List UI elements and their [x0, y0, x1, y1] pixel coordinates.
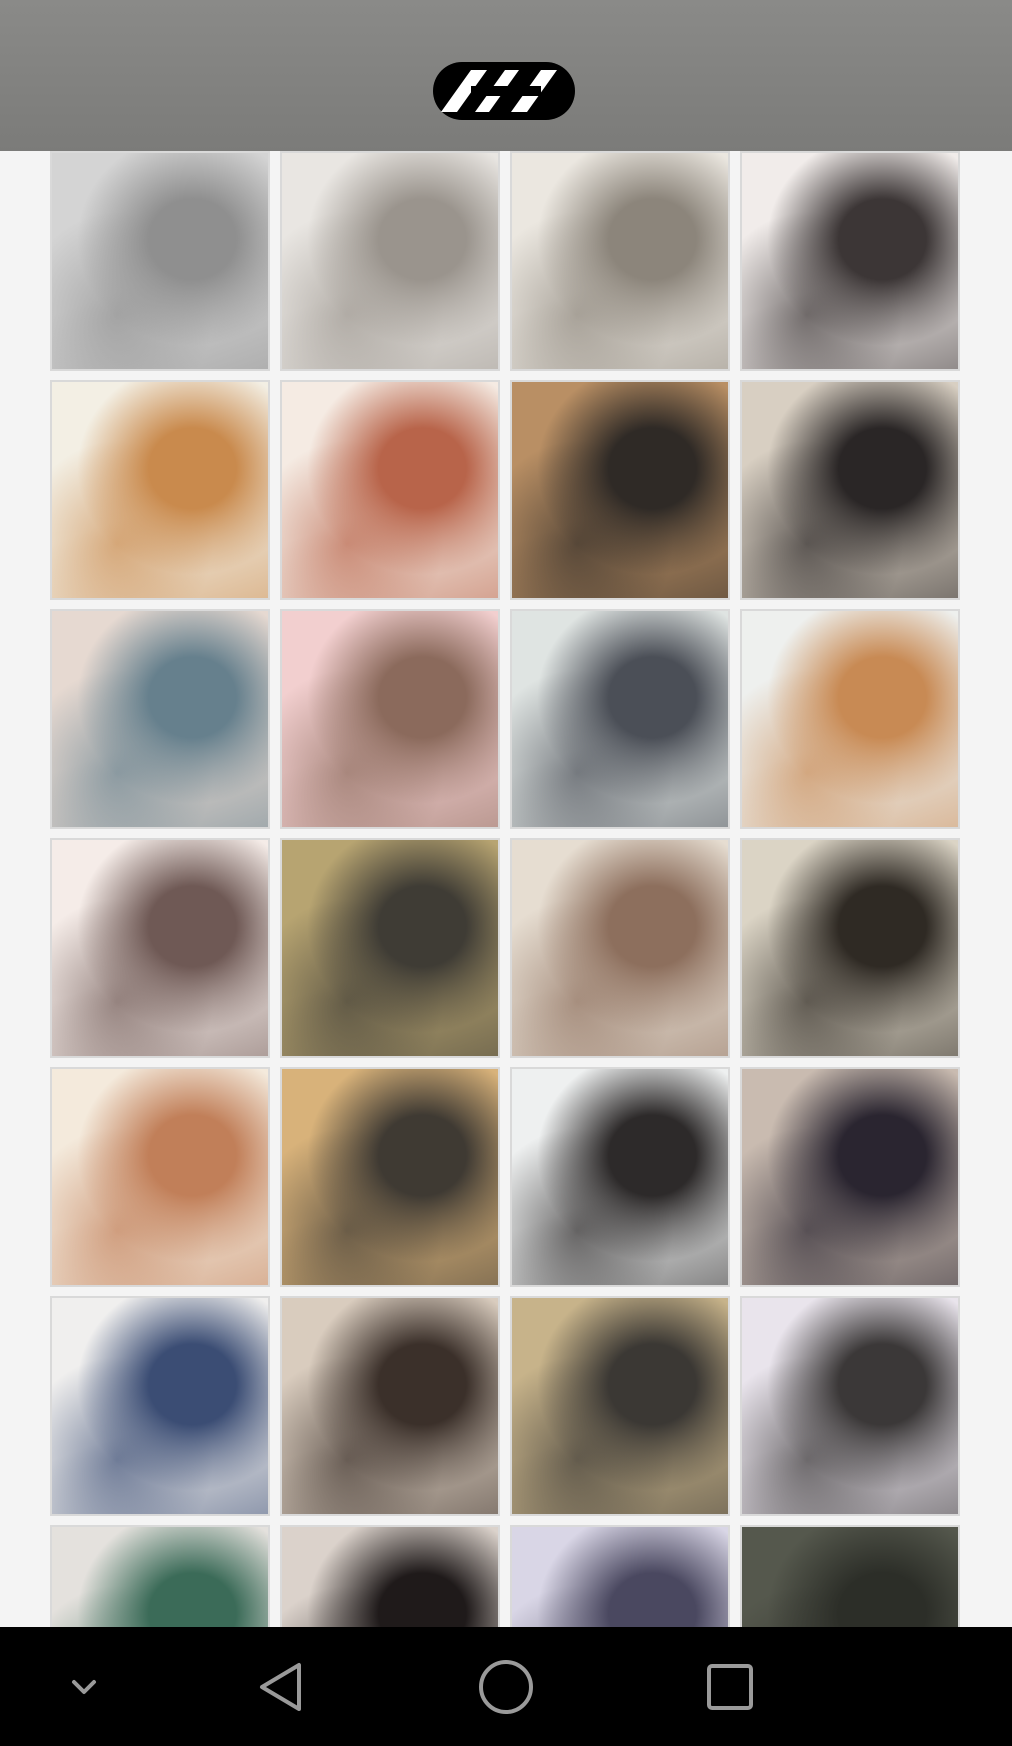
photo-girl-cat-book	[512, 153, 728, 369]
photo-girl-cat-on-bed	[282, 153, 498, 369]
photo-boy-cat-sunlight	[282, 840, 498, 1056]
photo-tile[interactable]	[280, 1296, 500, 1516]
photo-girl-glasses-cat	[282, 1527, 498, 1627]
photo-girl-street-phone	[742, 1069, 958, 1285]
photo-tile[interactable]	[50, 609, 270, 829]
photo-pier-sea	[52, 611, 268, 827]
photo-tile[interactable]	[510, 151, 730, 371]
photo-girl-kissing-cat	[512, 611, 728, 827]
photo-girl-kitten-table	[742, 840, 958, 1056]
photo-girl-lying-white-cat	[52, 840, 268, 1056]
photo-tile[interactable]	[740, 380, 960, 600]
photo-tile[interactable]	[740, 838, 960, 1058]
photo-tile[interactable]	[740, 1296, 960, 1516]
photo-girl-white-cat	[742, 153, 958, 369]
photo-girl-snowy-street	[742, 1298, 958, 1514]
app-logo-icon	[433, 62, 575, 120]
photo-tile[interactable]	[50, 1525, 270, 1627]
photo-woman-hugging-cat	[282, 1298, 498, 1514]
photo-woman-kissing-cat	[52, 1298, 268, 1514]
recents-button[interactable]	[670, 1627, 790, 1746]
photo-girl-white-cat-forest	[512, 1527, 728, 1627]
photo-tile[interactable]	[280, 151, 500, 371]
photo-tile[interactable]	[50, 1296, 270, 1516]
photo-city-street-dusk	[742, 1527, 958, 1627]
photo-woman-grey-cat	[52, 153, 268, 369]
photo-girl-bookshelf-cat	[512, 382, 728, 598]
photo-tile[interactable]	[50, 1067, 270, 1287]
navigation-bar	[0, 1627, 1012, 1746]
photo-redhead-cat	[282, 382, 498, 598]
photo-girl-market	[52, 1527, 268, 1627]
photo-tile[interactable]	[50, 838, 270, 1058]
photo-tile[interactable]	[510, 838, 730, 1058]
photo-tile[interactable]	[740, 1525, 960, 1627]
photo-girl-cats-sofa	[742, 611, 958, 827]
photo-tile[interactable]	[740, 609, 960, 829]
hide-keyboard-button[interactable]	[24, 1627, 144, 1746]
photo-tile[interactable]	[280, 380, 500, 600]
photo-tile[interactable]	[280, 609, 500, 829]
photo-tile[interactable]	[50, 380, 270, 600]
photo-tile[interactable]	[510, 609, 730, 829]
home-button[interactable]	[446, 1627, 566, 1746]
photo-girl-floor-cat	[282, 1069, 498, 1285]
photo-tile[interactable]	[280, 1067, 500, 1287]
photo-tile[interactable]	[280, 1525, 500, 1627]
photo-tile[interactable]	[740, 151, 960, 371]
back-button[interactable]	[222, 1627, 342, 1746]
photo-tile[interactable]	[50, 151, 270, 371]
photo-girl-holding-cat-room	[512, 840, 728, 1056]
home-circle-icon	[479, 1659, 533, 1714]
photo-girl-cat-car	[512, 1069, 728, 1285]
recents-square-icon	[707, 1663, 753, 1710]
photo-tile[interactable]	[740, 1067, 960, 1287]
photo-girl-coat-street	[512, 1298, 728, 1514]
photo-girl-black-cat	[742, 382, 958, 598]
photo-tile[interactable]	[510, 380, 730, 600]
back-triangle-icon	[260, 1662, 301, 1711]
photo-tile[interactable]	[510, 1067, 730, 1287]
photo-kitten-blanket	[282, 611, 498, 827]
photo-girl-kitten-close	[52, 1069, 268, 1285]
photo-tile[interactable]	[510, 1296, 730, 1516]
photo-grid	[50, 151, 962, 1627]
app-header	[0, 0, 1012, 151]
photo-girl-calico-cat	[52, 382, 268, 598]
chevron-down-icon	[72, 1679, 96, 1694]
photo-tile[interactable]	[280, 838, 500, 1058]
photo-tile[interactable]	[510, 1525, 730, 1627]
